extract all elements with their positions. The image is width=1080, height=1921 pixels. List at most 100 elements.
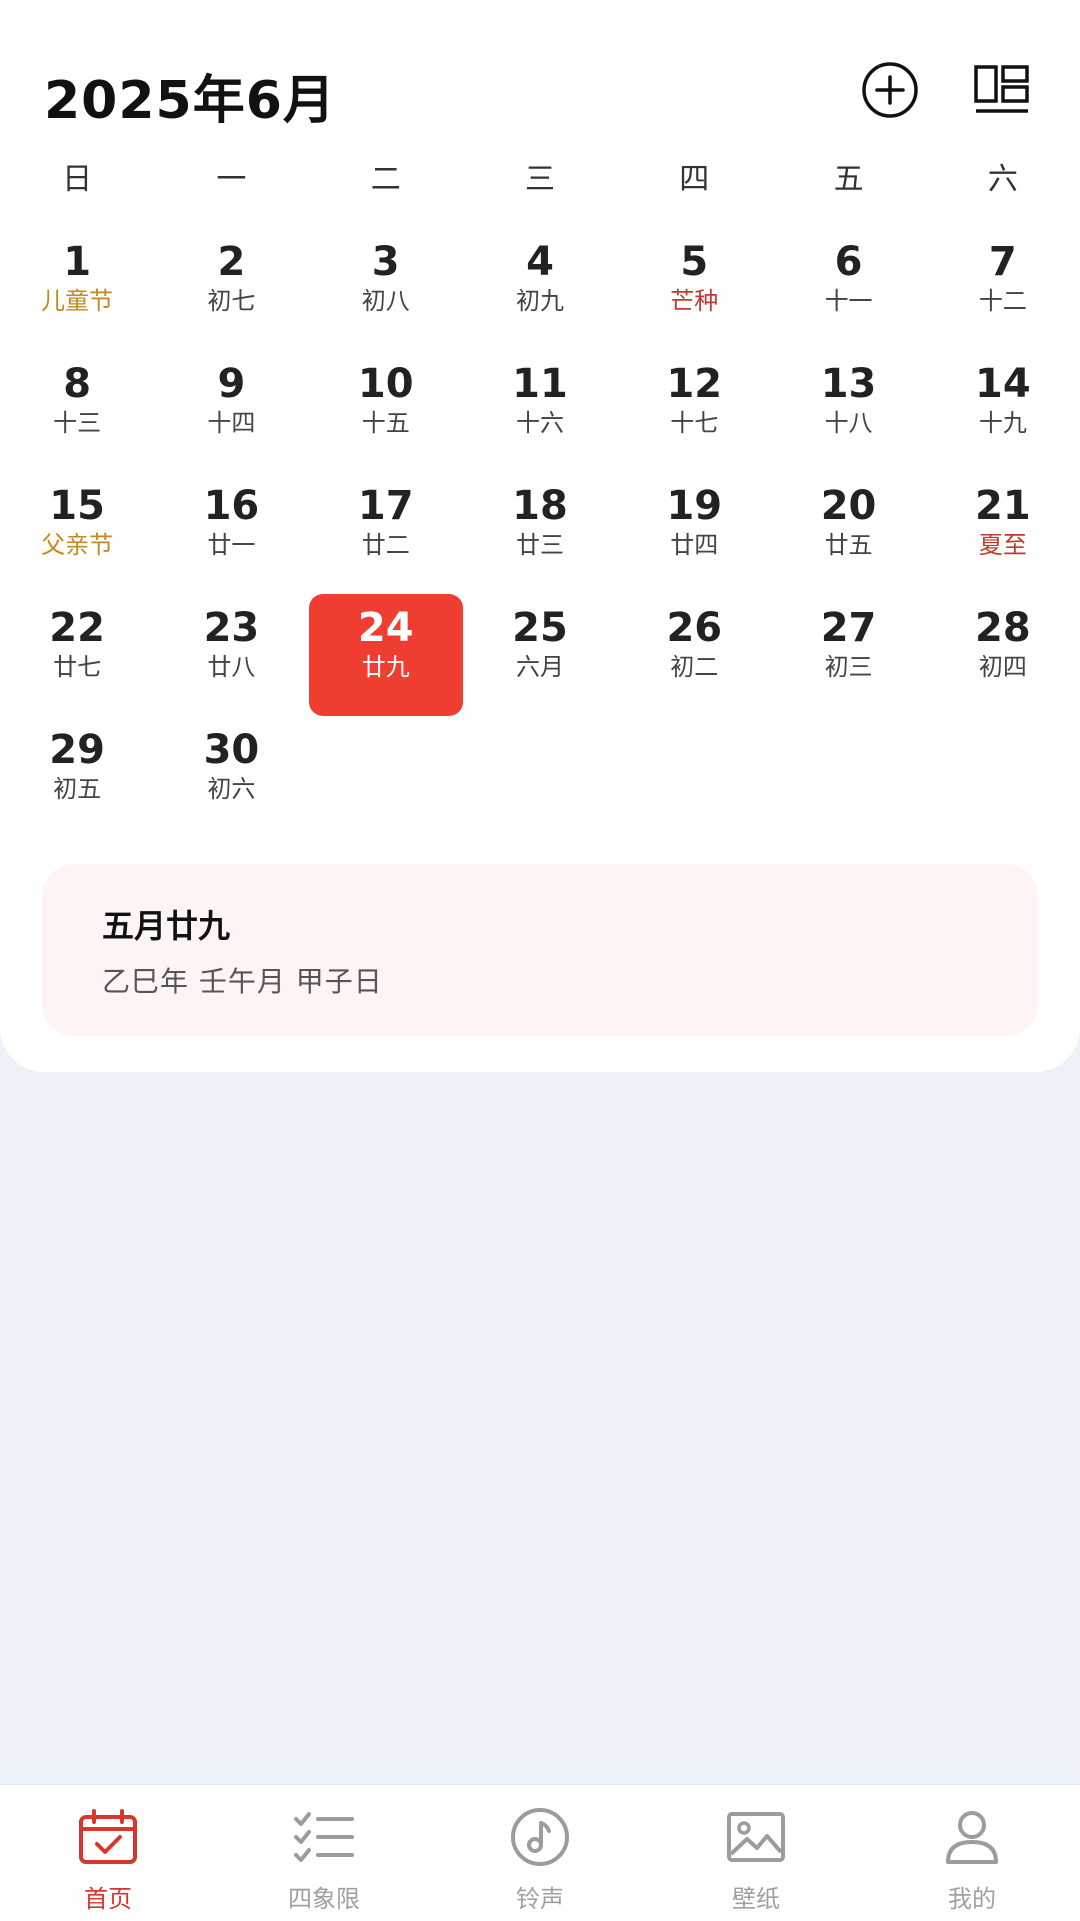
day-number: 11 (512, 361, 568, 407)
calendar-day[interactable]: 22 廿七 (0, 594, 154, 716)
calendar-card: 2025年6月 日一二三四五六 1 儿童节 2 初七 3 初八 4 初九 5 芒种 6 十一 7 十二 8 十… (0, 0, 1080, 1072)
calendar-day[interactable]: 30 初六 (154, 716, 308, 838)
calendar-day[interactable]: 2 初七 (154, 228, 308, 350)
nav-label: 我的 (948, 1885, 996, 1913)
day-lunar-label: 初九 (515, 287, 564, 315)
day-cell-body: 9 十四 (154, 350, 308, 472)
weekday-header: 日一二三四五六 (0, 152, 1080, 208)
weekday-label: 二 (370, 162, 401, 197)
calendar-day[interactable]: 11 十六 (463, 350, 617, 472)
calendar-day[interactable]: 18 廿三 (463, 472, 617, 594)
calendar-day[interactable]: 26 初二 (617, 594, 771, 716)
day-number: 12 (666, 361, 723, 407)
calendar-day[interactable]: 12 十七 (617, 350, 771, 472)
add-event-button[interactable] (860, 60, 920, 120)
month-title[interactable]: 2025年6月 (44, 58, 336, 133)
calendar-check-icon (75, 1807, 141, 1867)
calendar-day[interactable]: 28 初四 (926, 594, 1080, 716)
calendar-day[interactable]: 8 十三 (0, 350, 154, 472)
day-lunar-label: 初七 (207, 287, 256, 315)
calendar-day[interactable]: 5 芒种 (617, 228, 771, 350)
day-number: 3 (371, 239, 400, 285)
day-number: 4 (526, 239, 554, 285)
day-number: 24 (357, 605, 414, 651)
calendar-day[interactable]: 19 廿四 (617, 472, 771, 594)
calendar-day[interactable]: 14 十九 (926, 350, 1080, 472)
nav-item-music-note[interactable]: 铃声 (432, 1785, 648, 1921)
day-cell-body: 12 十七 (617, 350, 771, 472)
day-number: 10 (357, 361, 414, 407)
day-cell-body: 23 廿八 (154, 594, 308, 716)
nav-item-user[interactable]: 我的 (864, 1785, 1080, 1921)
calendar-day[interactable]: 3 初八 (309, 228, 463, 350)
day-lunar-label: 十四 (207, 409, 256, 437)
day-cell-body: 4 初九 (463, 228, 617, 350)
day-cell-body: 13 十八 (772, 350, 926, 472)
day-lunar-label: 儿童节 (41, 287, 114, 315)
nav-item-calendar-check[interactable]: 首页 (0, 1785, 216, 1921)
day-cell-body: 15 父亲节 (0, 472, 154, 594)
day-lunar-label: 廿一 (207, 531, 256, 559)
layout-toggle-button[interactable] (972, 60, 1032, 120)
day-cell-body: 10 十五 (309, 350, 463, 472)
day-cell-body: 16 廿一 (154, 472, 308, 594)
day-number: 26 (666, 605, 723, 651)
day-lunar-label: 十七 (670, 409, 719, 437)
day-number: 9 (217, 361, 246, 407)
day-lunar-label: 十九 (978, 409, 1027, 437)
weekday-label: 三 (524, 162, 555, 197)
calendar-day[interactable]: 21 夏至 (926, 472, 1080, 594)
nav-label: 铃声 (516, 1885, 564, 1913)
layout-grid-icon (974, 65, 1029, 113)
day-cell-body: 25 六月 (463, 594, 617, 716)
day-lunar-label: 廿七 (53, 653, 102, 681)
day-number: 1 (63, 239, 92, 285)
calendar-day[interactable]: 13 十八 (771, 350, 925, 472)
music-note-icon (507, 1807, 573, 1867)
calendar-day[interactable]: 6 十一 (771, 228, 925, 350)
day-lunar-label: 初二 (670, 653, 719, 681)
weekday-label: 四 (679, 162, 710, 197)
weekday-label: 六 (987, 162, 1018, 197)
day-number: 23 (203, 605, 260, 651)
day-number: 2 (217, 239, 246, 285)
calendar-day-selected[interactable]: 24 廿九 (308, 594, 463, 716)
day-lunar-label: 十八 (824, 409, 873, 437)
calendar-day[interactable]: 23 廿八 (154, 594, 308, 716)
day-number: 6 (834, 239, 863, 285)
day-cell-body: 6 十一 (772, 228, 926, 350)
day-number: 27 (820, 605, 877, 651)
day-lunar-label: 父亲节 (41, 531, 114, 559)
day-cell-body: 5 芒种 (617, 228, 771, 350)
day-number: 19 (666, 483, 723, 529)
day-lunar-label: 廿二 (361, 531, 410, 559)
day-cell-body: 29 初五 (0, 716, 154, 838)
calendar-day[interactable]: 16 廿一 (154, 472, 308, 594)
user-icon (939, 1807, 1005, 1867)
calendar-day[interactable]: 7 十二 (926, 228, 1080, 350)
day-cell-body: 22 廿七 (0, 594, 154, 716)
calendar-day[interactable]: 25 六月 (463, 594, 617, 716)
day-cell-body: 8 十三 (0, 350, 154, 472)
calendar-day[interactable]: 17 廿二 (309, 472, 463, 594)
day-cell-body: 18 廿三 (463, 472, 617, 594)
calendar-day[interactable]: 20 廿五 (771, 472, 925, 594)
nav-label: 壁纸 (732, 1885, 780, 1913)
lunar-date-title: 五月廿九 (102, 907, 231, 945)
day-lunar-label: 廿三 (515, 531, 564, 559)
calendar-day[interactable]: 27 初三 (771, 594, 925, 716)
lunar-info-card: 五月廿九 乙巳年 壬午月 甲子日 (42, 864, 1038, 1036)
calendar-day[interactable]: 4 初九 (463, 228, 617, 350)
plus-circle-icon (862, 62, 918, 118)
day-cell-body: 27 初三 (772, 594, 926, 716)
calendar-day[interactable]: 10 十五 (309, 350, 463, 472)
nav-item-image[interactable]: 壁纸 (648, 1785, 864, 1921)
calendar-day[interactable]: 9 十四 (154, 350, 308, 472)
calendar-day[interactable]: 15 父亲节 (0, 472, 154, 594)
calendar-day[interactable]: 1 儿童节 (0, 228, 154, 350)
day-lunar-label: 初八 (361, 287, 410, 315)
calendar-day[interactable]: 29 初五 (0, 716, 154, 838)
day-number: 17 (357, 483, 414, 529)
nav-item-checklist[interactable]: 四象限 (216, 1785, 432, 1921)
day-lunar-label: 初四 (978, 653, 1027, 681)
